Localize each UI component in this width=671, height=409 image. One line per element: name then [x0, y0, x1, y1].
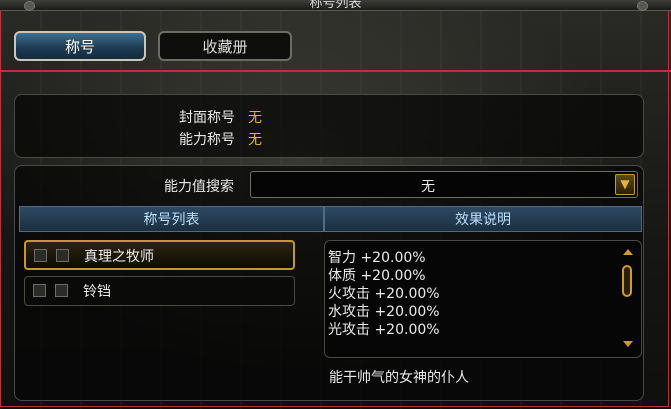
effect-line: 光攻击 +20.00%: [328, 322, 440, 338]
scroll-up-icon[interactable]: [623, 249, 633, 255]
chevron-down-icon[interactable]: ▼: [615, 174, 635, 195]
cover-title-value: 无: [248, 110, 262, 126]
checkbox-cover[interactable]: [33, 284, 46, 297]
tab-collection[interactable]: 收藏册: [158, 31, 292, 61]
cover-title-label: 封面称号: [179, 110, 235, 126]
checkbox-ability[interactable]: [56, 249, 69, 262]
ability-title-label: 能力称号: [179, 132, 235, 148]
effect-line: 体质 +20.00%: [328, 268, 426, 284]
tab-titles[interactable]: 称号: [14, 31, 146, 61]
ability-search-value: 无: [421, 179, 435, 195]
ability-search-select[interactable]: 无 ▼: [250, 171, 638, 198]
summary-panel: 封面称号 无 能力称号 无: [14, 94, 644, 158]
ability-title-value: 无: [248, 132, 262, 148]
scroll-down-icon[interactable]: [623, 341, 633, 347]
window-titlebar[interactable]: 称号列表: [0, 0, 671, 11]
effect-line: 水攻击 +20.00%: [328, 304, 440, 320]
window-title: 称号列表: [309, 0, 362, 11]
checkbox-cover[interactable]: [34, 249, 47, 262]
title-list-header: 称号列表: [19, 206, 324, 232]
effect-line: 智力 +20.00%: [328, 250, 426, 266]
ability-search-label: 能力值搜索: [164, 179, 234, 195]
title-row[interactable]: 铃铛: [24, 276, 295, 306]
title-row[interactable]: 真理之牧师: [24, 240, 295, 270]
scrollbar-thumb[interactable]: [622, 265, 632, 297]
effect-line: 火攻击 +20.00%: [328, 286, 440, 302]
title-row-label: 真理之牧师: [84, 249, 154, 265]
effect-panel: 智力 +20.00% 体质 +20.00% 火攻击 +20.00% 水攻击 +2…: [324, 240, 642, 358]
divider: [0, 70, 671, 72]
title-row-label: 铃铛: [83, 284, 111, 300]
title-description: 能干帅气的女神的仆人: [329, 370, 469, 386]
checkbox-ability[interactable]: [55, 284, 68, 297]
effect-header: 效果说明: [324, 206, 642, 232]
